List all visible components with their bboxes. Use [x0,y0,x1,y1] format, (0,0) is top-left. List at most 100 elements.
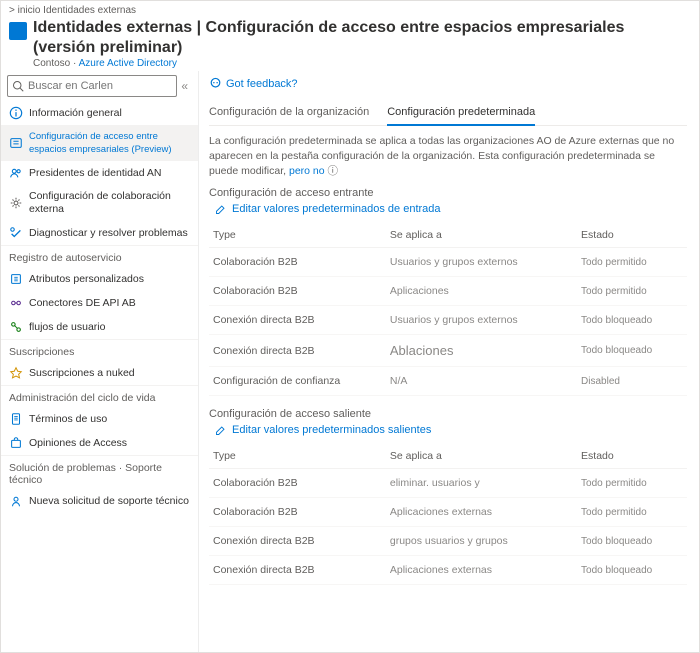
cell-applies: Aplicaciones [386,277,577,306]
cell-status: Todo bloqueado [577,306,687,335]
sidebar-item[interactable]: Diagnosticar y resolver problemas [1,221,198,245]
outbound-heading: Configuración de acceso saliente [209,408,687,420]
edit-outbound-link[interactable]: Editar valores predeterminados salientes [215,424,687,436]
cell-type: Conexión directa B2B [209,306,386,335]
cell-applies: eliminar. usuarios y [386,469,577,498]
cell-type: Colaboración B2B [209,469,386,498]
cell-type: Configuración de confianza [209,367,386,396]
sidebar-item[interactable]: Nueva solicitud de soporte técnico [1,489,198,513]
sidebar-item[interactable]: Suscripciones a nuked [1,361,198,385]
sidebar-item-label: Diagnosticar y resolver problemas [29,227,188,240]
table-row: Conexión directa B2BUsuarios y grupos ex… [209,306,687,335]
cell-status: Todo bloqueado [577,527,687,556]
sidebar-item[interactable]: Configuración de colaboración externa [1,185,198,221]
api-icon [9,296,23,310]
sidebar-item-label: Conectores DE API AB [29,297,136,310]
cell-type: Colaboración B2B [209,498,386,527]
tabs: Configuración de la organización Configu… [209,102,687,126]
table-row: Colaboración B2BAplicaciones externasTod… [209,498,687,527]
cell-status: Todo bloqueado [577,556,687,585]
cell-applies: Usuarios y grupos externos [386,248,577,277]
pencil-icon [215,424,227,436]
gear-icon [9,196,23,210]
sidebar-item[interactable]: Configuración de acceso entre espacios e… [1,125,198,161]
edit-inbound-link[interactable]: Editar valores predeterminados de entrad… [215,203,687,215]
cell-applies: N/A [386,367,577,396]
sidebar-item[interactable]: Información general [1,101,198,125]
sidebar-item[interactable]: flujos de usuario [1,315,198,339]
table-row: Configuración de confianzaN/ADisabled [209,367,687,396]
sidebar-item-label: Configuración de colaboración externa [29,190,190,216]
tab-default-config[interactable]: Configuración predeterminada [387,102,535,126]
sidebar-item-label: Suscripciones a nuked [29,367,135,380]
table-row: Conexión directa B2BAblacionesTodo bloqu… [209,335,687,367]
service-icon [9,22,27,40]
sidebar-item-label: Atributos personalizados [29,273,144,286]
cell-applies: grupos usuarios y grupos [386,527,577,556]
sidebar-item[interactable]: Conectores DE API AB [1,291,198,315]
sub-icon [9,366,23,380]
page-title: Identidades externas | Configuración de … [33,18,691,58]
cell-type: Conexión directa B2B [209,335,386,367]
people-icon [9,166,23,180]
sidebar-group-title: Administración del ciclo de vida [1,385,198,407]
learn-more-link[interactable]: pero no [289,165,325,177]
product-link[interactable]: Azure Active Directory [79,58,177,69]
col-status: Estado [577,223,687,248]
cell-status: Todo permitido [577,248,687,277]
sidebar: « Información general Configuración de ac… [1,71,199,653]
inbound-table: Type Se aplica a Estado Colaboración B2B… [209,223,687,396]
inbound-heading: Configuración de acceso entrante [209,187,687,199]
col-type: Type [209,223,386,248]
sidebar-item-label: Información general [29,107,122,120]
settings-icon [9,136,23,150]
col-applies: Se aplica a [386,444,577,469]
cell-status: Todo permitido [577,469,687,498]
sidebar-item[interactable]: Opiniones de Access [1,431,198,455]
access-icon [9,436,23,450]
outbound-table: Type Se aplica a Estado Colaboración B2B… [209,444,687,585]
cell-applies: Aplicaciones externas [386,498,577,527]
feedback-icon [209,77,222,90]
table-row: Conexión directa B2Bgrupos usuarios y gr… [209,527,687,556]
col-status: Estado [577,444,687,469]
sidebar-item[interactable]: Presidentes de identidad AN [1,161,198,185]
sidebar-item-label: Presidentes de identidad AN [29,167,162,180]
sidebar-item[interactable]: Atributos personalizados [1,267,198,291]
flow-icon [9,320,23,334]
pencil-icon [215,203,227,215]
support-icon [9,494,23,508]
sidebar-group-title: Registro de autoservicio [1,245,198,267]
page-subtitle: Contoso · Azure Active Directory [33,58,691,69]
terms-icon [9,412,23,426]
cell-applies: Ablaciones [386,335,577,367]
sidebar-item[interactable]: Términos de uso [1,407,198,431]
sidebar-item-label: Términos de uso [29,413,107,426]
search-box[interactable] [7,75,177,97]
sidebar-item-label: flujos de usuario [29,321,105,334]
cell-applies: Usuarios y grupos externos [386,306,577,335]
tab-org-config[interactable]: Configuración de la organización [209,102,369,125]
cell-status: Disabled [577,367,687,396]
cell-status: Todo bloqueado [577,335,687,367]
search-icon [12,80,24,92]
cell-type: Conexión directa B2B [209,527,386,556]
diagnose-icon [9,226,23,240]
cell-status: Todo permitido [577,277,687,306]
attr-icon [9,272,23,286]
col-applies: Se aplica a [386,223,577,248]
description-text: La configuración predeterminada se aplic… [209,134,687,179]
info-icon [9,106,23,120]
table-row: Colaboración B2Beliminar. usuarios yTodo… [209,469,687,498]
cell-type: Colaboración B2B [209,277,386,306]
collapse-sidebar-icon[interactable]: « [177,79,192,93]
cell-type: Conexión directa B2B [209,556,386,585]
cell-type: Colaboración B2B [209,248,386,277]
cell-applies: Aplicaciones externas [386,556,577,585]
search-input[interactable] [24,80,172,92]
sidebar-item-label: Configuración de acceso entre espacios e… [29,130,190,156]
feedback-link[interactable]: Got feedback? [209,77,687,90]
table-row: Conexión directa B2BAplicaciones externa… [209,556,687,585]
sidebar-item-label: Nueva solicitud de soporte técnico [29,495,189,508]
table-row: Colaboración B2BAplicacionesTodo permiti… [209,277,687,306]
